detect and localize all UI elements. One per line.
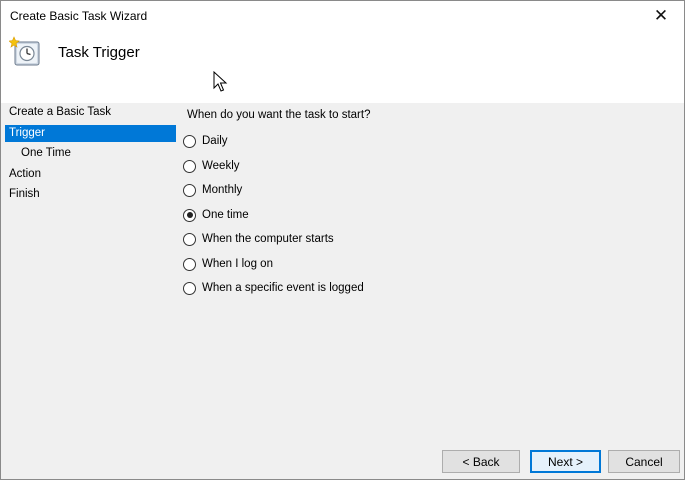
step-finish[interactable]: Finish	[5, 186, 176, 203]
window-title: Create Basic Task Wizard	[10, 9, 148, 23]
next-button[interactable]: Next >	[530, 450, 601, 473]
wizard-header: Task Trigger	[1, 31, 684, 103]
wizard-steps-sidebar: Create a Basic Task Trigger One Time Act…	[1, 103, 178, 479]
close-icon: ✕	[653, 6, 669, 25]
radio-label: One time	[202, 209, 249, 221]
radio-button[interactable]	[183, 183, 196, 197]
step-action[interactable]: Action	[5, 166, 176, 183]
radio-label: Weekly	[202, 160, 240, 172]
radio-button[interactable]	[183, 232, 196, 246]
radio-selected-dot	[186, 212, 193, 218]
radio-event-logged[interactable]: When a specific event is logged	[183, 279, 364, 297]
radio-log-on[interactable]: When I log on	[183, 255, 273, 273]
trigger-options-panel: When do you want the task to start? Dail…	[183, 103, 684, 479]
radio-button[interactable]	[183, 134, 196, 148]
clock-wizard-icon	[9, 36, 40, 66]
radio-label: When a specific event is logged	[202, 282, 364, 294]
wizard-window: Create Basic Task Wizard ✕ Task Trigger …	[0, 0, 685, 480]
radio-button[interactable]	[183, 159, 196, 173]
radio-button-selected[interactable]	[183, 208, 196, 222]
cancel-button[interactable]: Cancel	[608, 450, 680, 473]
radio-button[interactable]	[183, 257, 196, 271]
radio-label: When I log on	[202, 258, 273, 270]
radio-one-time[interactable]: One time	[183, 206, 249, 224]
radio-daily[interactable]: Daily	[183, 132, 228, 150]
mouse-cursor-icon	[213, 71, 228, 92]
step-trigger[interactable]: Trigger	[5, 125, 176, 142]
radio-weekly[interactable]: Weekly	[183, 157, 240, 175]
radio-button[interactable]	[183, 281, 196, 295]
close-button[interactable]: ✕	[638, 1, 684, 31]
step-create-basic-task[interactable]: Create a Basic Task	[5, 104, 176, 121]
title-bar: Create Basic Task Wizard ✕	[1, 1, 684, 31]
radio-monthly[interactable]: Monthly	[183, 181, 242, 199]
radio-label: Monthly	[202, 184, 243, 196]
trigger-prompt: When do you want the task to start?	[187, 109, 371, 121]
page-title: Task Trigger	[58, 44, 140, 61]
radio-computer-starts[interactable]: When the computer starts	[183, 230, 334, 248]
back-button[interactable]: < Back	[442, 450, 520, 473]
radio-label: When the computer starts	[202, 233, 334, 245]
step-one-time[interactable]: One Time	[5, 145, 176, 162]
radio-label: Daily	[202, 135, 228, 147]
